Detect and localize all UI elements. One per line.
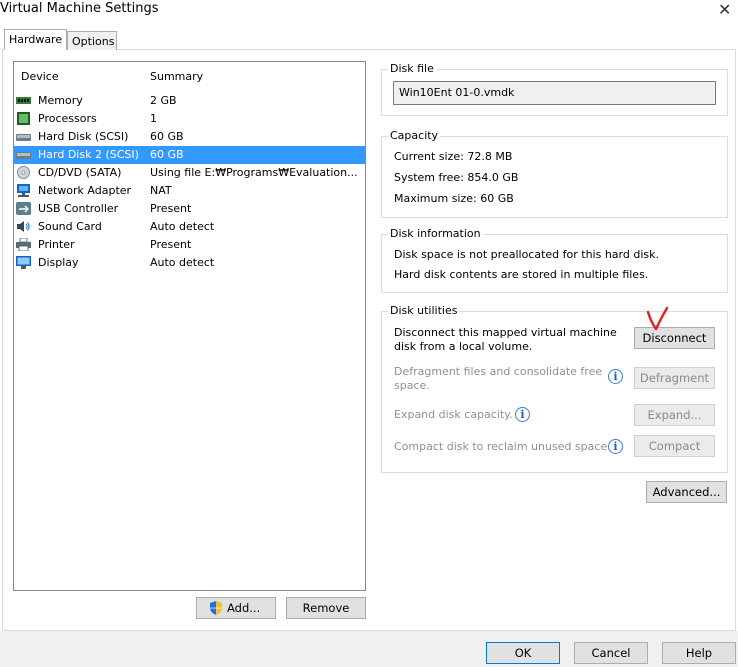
advanced-button[interactable]: Advanced... [646, 481, 727, 503]
device-summary: 60 GB [150, 130, 184, 143]
disconnect-text-line-2: disk from a local volume. [394, 340, 533, 353]
disk-info-line-1: Disk space is not preallocated for this … [394, 248, 659, 261]
add-button-label: Add... [227, 601, 261, 615]
device-name: Sound Card [38, 220, 102, 233]
capacity-label: Capacity [388, 129, 441, 142]
device-list[interactable]: Device Summary Memory 2 GB Processors 1 … [13, 61, 366, 591]
disk-file-field[interactable]: Win10Ent 01-0.vmdk [393, 81, 716, 105]
compact-text: Compact disk to reclaim unused space. [394, 440, 611, 453]
speaker-icon [17, 221, 30, 232]
hard-disk-icon [16, 134, 31, 141]
defragment-button[interactable]: Defragment [634, 367, 715, 389]
device-summary: NAT [150, 184, 172, 197]
network-adapter-icon [17, 184, 30, 197]
device-row-network-adapter[interactable]: Network Adapter NAT [14, 182, 365, 200]
maximum-size-text: Maximum size: 60 GB [394, 192, 514, 205]
tab-hardware[interactable]: Hardware [4, 29, 67, 50]
disk-information-label: Disk information [388, 227, 483, 240]
disk-information-group [381, 234, 728, 293]
help-button[interactable]: Help [662, 642, 736, 664]
device-name: Printer [38, 238, 75, 251]
device-name: CD/DVD (SATA) [38, 166, 122, 179]
device-summary: Auto detect [150, 256, 215, 269]
cd-dvd-icon [17, 166, 30, 179]
column-header-device[interactable]: Device [21, 70, 59, 83]
tab-options[interactable]: Options [67, 31, 117, 50]
uac-shield-icon [210, 601, 222, 615]
device-row-processors[interactable]: Processors 1 [14, 110, 365, 128]
device-summary: Auto detect [150, 220, 215, 233]
remove-device-button[interactable]: Remove [286, 597, 366, 619]
disk-info-line-2: Hard disk contents are stored in multipl… [394, 268, 649, 281]
ok-button[interactable]: OK [486, 642, 560, 664]
defragment-info-icon: i [608, 369, 623, 384]
device-summary: Using file E:₩Programs₩Evaluation... [150, 166, 358, 179]
hard-disk-icon [16, 152, 31, 159]
current-size-text: Current size: 72.8 MB [394, 150, 513, 163]
expand-text: Expand disk capacity. [394, 408, 513, 421]
device-row-hard-disk-2[interactable]: Hard Disk 2 (SCSI) 60 GB [14, 146, 365, 164]
device-summary: 2 GB [150, 94, 177, 107]
disk-file-label: Disk file [388, 62, 436, 75]
device-name: Network Adapter [38, 184, 132, 197]
device-name: Display [38, 256, 79, 269]
device-row-usb-controller[interactable]: USB Controller Present [14, 200, 365, 218]
device-row-memory[interactable]: Memory 2 GB [14, 92, 365, 110]
window-title: Virtual Machine Settings [0, 1, 159, 16]
device-name: Memory [38, 94, 83, 107]
printer-icon [16, 238, 31, 251]
compact-button[interactable]: Compact [634, 435, 715, 457]
disconnect-text-line-1: Disconnect this mapped virtual machine [394, 326, 617, 339]
compact-info-icon: i [608, 439, 623, 454]
device-row-printer[interactable]: Printer Present [14, 236, 365, 254]
device-row-hard-disk[interactable]: Hard Disk (SCSI) 60 GB [14, 128, 365, 146]
expand-button[interactable]: Expand... [634, 404, 715, 426]
processor-icon [17, 112, 30, 125]
defragment-text-line-1: Defragment files and consolidate free [394, 365, 603, 378]
column-header-summary[interactable]: Summary [150, 70, 203, 83]
device-name: Hard Disk 2 (SCSI) [38, 148, 139, 161]
expand-info-icon: i [515, 407, 530, 422]
device-name: USB Controller [38, 202, 119, 215]
display-icon [16, 256, 31, 269]
disk-utilities-label: Disk utilities [388, 304, 460, 317]
system-free-text: System free: 854.0 GB [394, 171, 519, 184]
device-summary: 60 GB [150, 148, 184, 161]
cancel-button[interactable]: Cancel [574, 642, 648, 664]
device-summary: 1 [150, 112, 157, 125]
red-check-annotation-icon [646, 306, 669, 331]
usb-icon [16, 202, 31, 215]
device-row-cd-dvd[interactable]: CD/DVD (SATA) Using file E:₩Programs₩Eva… [14, 164, 365, 182]
memory-icon [16, 97, 31, 104]
close-icon[interactable]: ✕ [718, 0, 731, 19]
device-row-display[interactable]: Display Auto detect [14, 254, 365, 272]
device-name: Hard Disk (SCSI) [38, 130, 129, 143]
device-name: Processors [38, 112, 97, 125]
device-summary: Present [150, 238, 192, 251]
device-summary: Present [150, 202, 192, 215]
device-row-sound-card[interactable]: Sound Card Auto detect [14, 218, 365, 236]
add-device-button[interactable]: Add... [196, 597, 276, 619]
defragment-text-line-2: space. [394, 379, 430, 392]
